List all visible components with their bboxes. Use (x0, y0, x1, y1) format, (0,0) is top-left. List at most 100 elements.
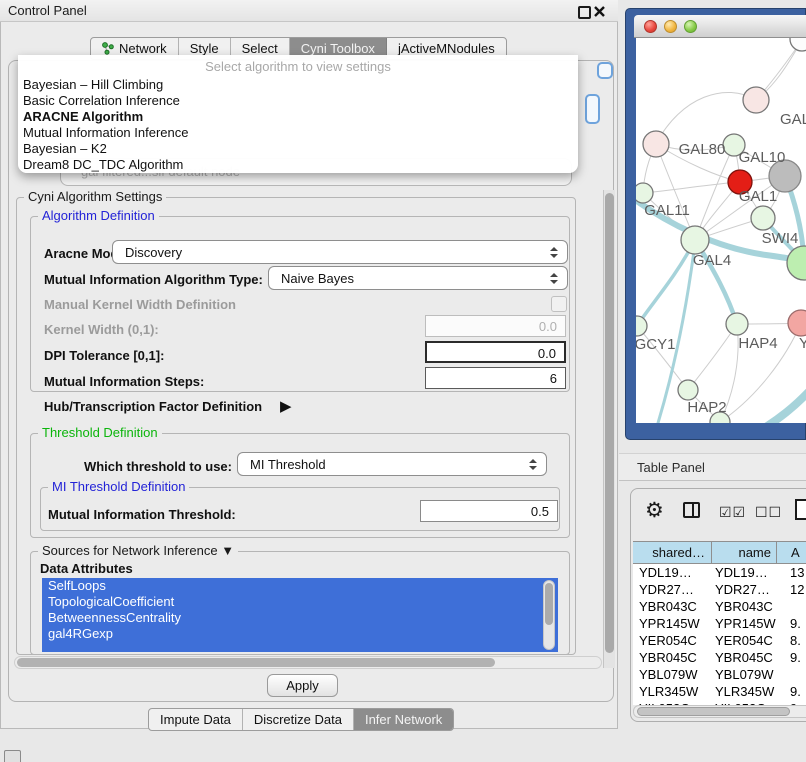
cell[interactable]: 12 (777, 581, 806, 598)
node-hap4[interactable] (726, 313, 748, 335)
cell[interactable]: YPR145W (712, 615, 777, 632)
dpi-tolerance-field[interactable]: 0.0 (425, 341, 566, 363)
zoom-traffic-light[interactable] (684, 20, 697, 33)
network-view-window[interactable]: GAL80 GAL10 GAL1 GAL11 SWI4 GAL4 GCY1 HA… (625, 8, 806, 440)
minimized-panel-icon[interactable] (4, 750, 21, 762)
node-gal4[interactable] (681, 226, 709, 254)
scrollbar-thumb[interactable] (545, 583, 553, 625)
cell[interactable]: YER054C (633, 632, 712, 649)
table-row[interactable]: YBL079WYBL079W (633, 666, 806, 683)
list-item[interactable]: TopologicalCoefficient (42, 594, 558, 610)
tab-discretize-data[interactable]: Discretize Data (243, 709, 354, 730)
select-all-icon[interactable]: ☑☑ (719, 504, 746, 521)
data-attributes-list[interactable]: SelfLoops TopologicalCoefficient Between… (42, 578, 558, 652)
kernel-width-label: Kernel Width (0,1): (44, 322, 159, 337)
table-panel-titlebar[interactable]: Table Panel (619, 453, 806, 481)
dropdown-item[interactable]: Basic Correlation Inference (23, 93, 180, 109)
settings-horizontal-scrollbar[interactable] (14, 656, 602, 669)
settings-vertical-scrollbar[interactable] (603, 190, 615, 668)
table-horizontal-scrollbar[interactable] (633, 705, 806, 718)
network-graph[interactable]: GAL80 GAL10 GAL1 GAL11 SWI4 GAL4 GCY1 HA… (636, 38, 806, 423)
list-item[interactable]: SelfLoops (42, 578, 558, 594)
table-row[interactable]: YDL19…YDL19…13 (633, 564, 806, 581)
node-gcy1[interactable] (636, 316, 647, 336)
cell[interactable]: YDL19… (712, 564, 777, 581)
scrollbar-thumb[interactable] (637, 707, 790, 716)
node-gal11[interactable] (636, 183, 653, 203)
minimize-traffic-light[interactable] (664, 20, 677, 33)
collapse-arrow-icon[interactable]: ▼ (221, 543, 234, 558)
cell[interactable]: YBR045C (633, 649, 712, 666)
mi-type-select[interactable]: Naive Bayes (268, 266, 568, 290)
cell[interactable]: 9. (777, 649, 806, 666)
mi-threshold-field[interactable]: 0.5 (420, 500, 558, 522)
close-traffic-light[interactable] (644, 20, 657, 33)
float-window-icon[interactable] (578, 6, 591, 19)
dropdown-item-selected[interactable]: ARACNE Algorithm (23, 109, 143, 125)
network-canvas[interactable]: GAL80 GAL10 GAL1 GAL11 SWI4 GAL4 GCY1 HA… (636, 38, 806, 423)
node-partial-top[interactable] (790, 38, 806, 51)
cell[interactable]: YLR345W (712, 683, 777, 700)
cell[interactable]: YLR345W (633, 683, 712, 700)
dropdown-item[interactable]: Bayesian – Hill Climbing (23, 77, 163, 93)
scrollbar-thumb[interactable] (605, 193, 614, 653)
node-gal80[interactable] (643, 131, 669, 157)
control-panel-titlebar[interactable]: Control Panel (0, 0, 618, 22)
cell[interactable]: YDR27… (712, 581, 777, 598)
cell[interactable]: YDL19… (633, 564, 712, 581)
table-body[interactable]: YDL19…YDL19…13 YDR27…YDR27…12 YBR043CYBR… (633, 564, 806, 705)
cell[interactable]: 13 (777, 564, 806, 581)
deselect-all-icon[interactable]: ☐☐ (755, 504, 782, 521)
table-row[interactable]: YLR345WYLR345W9. (633, 683, 806, 700)
which-threshold-select[interactable]: MI Threshold (237, 452, 547, 476)
node-salmon[interactable] (788, 310, 806, 336)
network-window-titlebar[interactable] (634, 15, 806, 38)
manual-kernel-checkbox[interactable] (551, 296, 567, 312)
cell[interactable]: YER054C (712, 632, 777, 649)
table-row[interactable]: YBR045CYBR045C9. (633, 649, 806, 666)
dropdown-item[interactable]: Mutual Information Inference (23, 125, 188, 141)
column-header-name[interactable]: name (712, 542, 777, 563)
expand-arrow-icon[interactable]: ▶ (280, 397, 292, 415)
column-header-shared-name[interactable]: shared… (633, 542, 712, 563)
list-item[interactable]: gal4RGexp (42, 626, 558, 642)
column-header-partial[interactable]: A (777, 542, 806, 563)
cell[interactable] (777, 666, 806, 683)
table-row[interactable]: YPR145WYPR145W9. (633, 615, 806, 632)
node-hap2[interactable] (678, 380, 698, 400)
cell[interactable]: 9. (777, 615, 806, 632)
cell[interactable]: YDR27… (633, 581, 712, 598)
gear-icon[interactable]: ⚙ (645, 500, 664, 521)
apply-button[interactable]: Apply (267, 674, 338, 697)
mi-steps-field[interactable]: 6 (425, 367, 566, 389)
focused-spinner-fragment[interactable] (585, 94, 600, 124)
cell[interactable]: YBR045C (712, 649, 777, 666)
list-item[interactable]: BetweennessCentrality (42, 610, 558, 626)
cell[interactable]: YBR043C (633, 598, 712, 615)
table-row[interactable]: YDR27…YDR27…12 (633, 581, 806, 598)
hub-definition-label[interactable]: Hub/Transcription Factor Definition (44, 399, 262, 414)
cell[interactable]: 8. (777, 632, 806, 649)
function-builder-icon[interactable] (795, 499, 806, 520)
table-row[interactable]: YER054CYER054C8. (633, 632, 806, 649)
dropdown-item[interactable]: Bayesian – K2 (23, 141, 107, 157)
focused-combo-fragment[interactable] (597, 62, 613, 79)
close-icon[interactable] (594, 5, 605, 16)
node-gal-partial[interactable] (743, 87, 769, 113)
dropdown-item[interactable]: Dream8 DC_TDC Algorithm (23, 157, 183, 173)
tab-infer-network[interactable]: Infer Network (354, 709, 453, 730)
aracne-mode-select[interactable]: Discovery (112, 240, 568, 264)
columns-icon[interactable] (683, 502, 700, 518)
cell[interactable] (777, 598, 806, 615)
tab-impute-data[interactable]: Impute Data (149, 709, 243, 730)
cell[interactable]: YBL079W (712, 666, 777, 683)
cell[interactable]: YBL079W (633, 666, 712, 683)
cell[interactable]: YPR145W (633, 615, 712, 632)
cell[interactable]: 9. (777, 683, 806, 700)
list-vertical-scrollbar[interactable] (543, 580, 555, 650)
node-swi4-neighbor[interactable] (787, 246, 806, 280)
node-gal1[interactable] (751, 206, 775, 230)
table-row[interactable]: YBR043CYBR043C (633, 598, 806, 615)
scrollbar-thumb[interactable] (17, 658, 495, 667)
cell[interactable]: YBR043C (712, 598, 777, 615)
